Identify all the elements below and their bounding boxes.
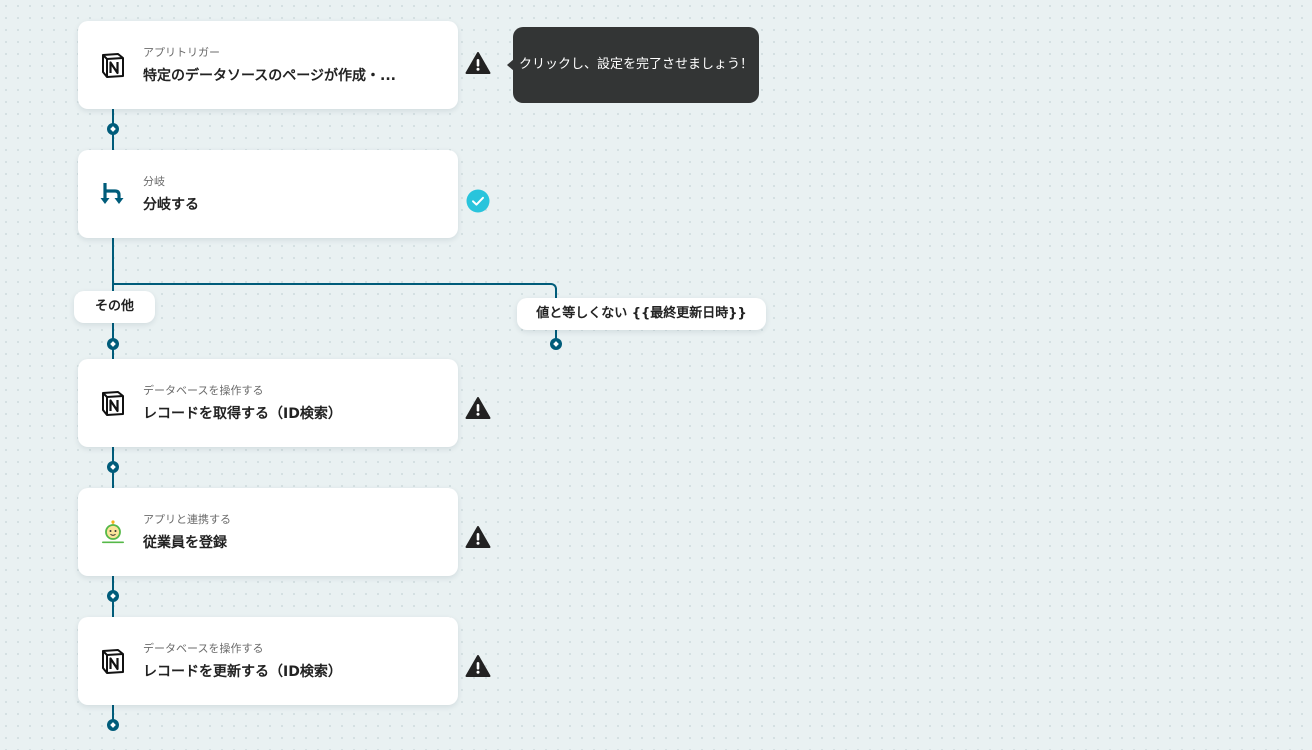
step-card-branch[interactable]: 分岐 分岐する	[78, 150, 458, 238]
warning-icon[interactable]	[465, 654, 491, 678]
branch-label-other[interactable]: その他	[74, 291, 155, 323]
flow-canvas[interactable]: アプリトリガー 特定のデータソースのページが作成・... クリックし、設定を完了…	[0, 0, 1312, 750]
add-step-node[interactable]	[107, 123, 119, 135]
tooltip-text: クリックし、設定を完了させましょう！	[518, 57, 753, 72]
step-type-label: アプリと連携する	[143, 513, 231, 526]
step-card-trigger[interactable]: アプリトリガー 特定のデータソースのページが作成・...	[78, 21, 458, 109]
branch-connector-line	[112, 283, 548, 285]
step-card-get-record[interactable]: データベースを操作する レコードを取得する（ID検索）	[78, 359, 458, 447]
add-step-node[interactable]	[107, 461, 119, 473]
warning-icon[interactable]	[465, 525, 491, 549]
step-title: 従業員を登録	[143, 535, 227, 551]
branch-label-text: 値と等しくない {{最終更新日時}}	[536, 306, 747, 321]
add-step-node[interactable]	[550, 338, 562, 350]
branch-icon	[100, 183, 124, 204]
notion-icon	[102, 391, 124, 416]
step-type-label: データベースを操作する	[143, 384, 264, 397]
step-type-label: データベースを操作する	[143, 642, 264, 655]
step-title: レコードを更新する（ID検索）	[143, 664, 342, 680]
warning-icon[interactable]	[465, 51, 491, 75]
step-type-label: 分岐	[143, 175, 165, 188]
step-title: 分岐する	[143, 197, 199, 213]
add-step-node[interactable]	[107, 719, 119, 731]
add-step-node[interactable]	[107, 590, 119, 602]
setup-tooltip: クリックし、設定を完了させましょう！	[507, 27, 759, 103]
add-step-node[interactable]	[107, 338, 119, 350]
hr-app-icon	[102, 520, 124, 544]
step-card-register-employee[interactable]: アプリと連携する 従業員を登録	[78, 488, 458, 576]
warning-icon[interactable]	[465, 396, 491, 420]
notion-icon	[102, 649, 124, 674]
step-title: 特定のデータソースのページが作成・...	[143, 68, 396, 84]
check-circle-icon[interactable]	[465, 189, 491, 213]
notion-icon	[102, 53, 124, 78]
branch-label-condition[interactable]: 値と等しくない {{最終更新日時}}	[517, 298, 766, 330]
step-title: レコードを取得する（ID検索）	[143, 406, 342, 422]
branch-label-text: その他	[94, 299, 134, 314]
step-type-label: アプリトリガー	[143, 46, 220, 59]
step-card-update-record[interactable]: データベースを操作する レコードを更新する（ID検索）	[78, 617, 458, 705]
